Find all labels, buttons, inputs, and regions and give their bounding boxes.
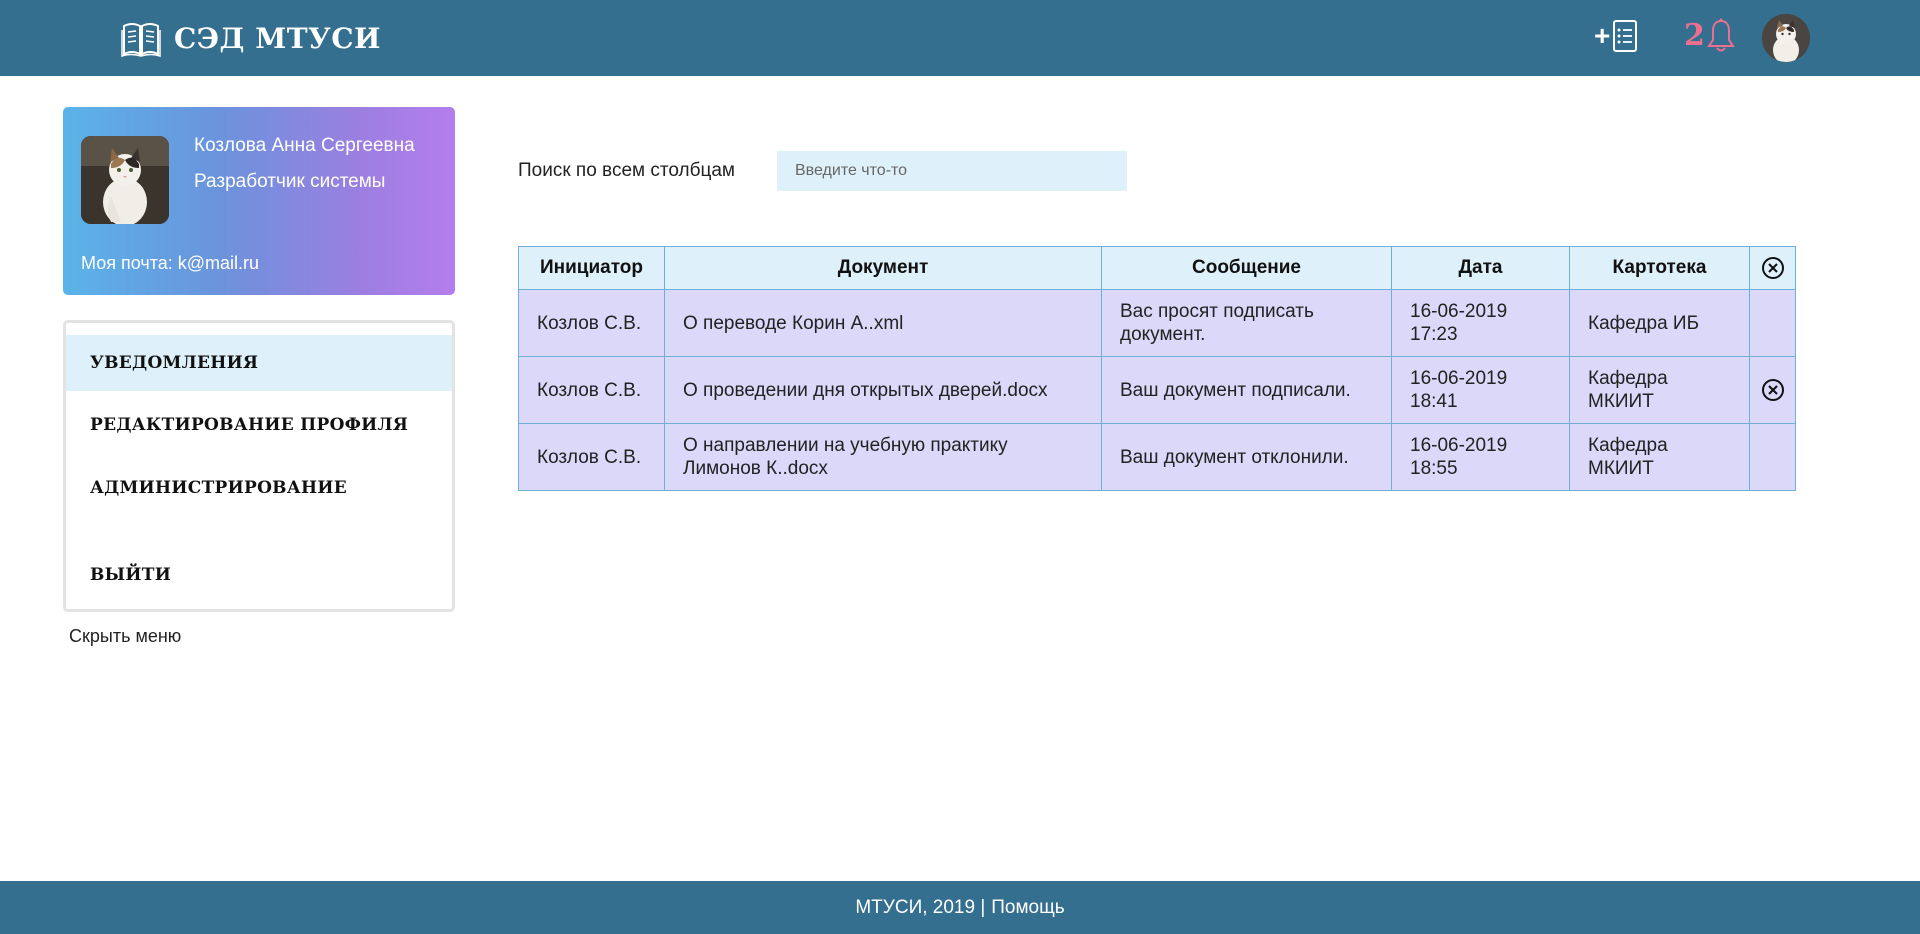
close-circle-icon[interactable] bbox=[1761, 378, 1785, 402]
cell-message: Вас просят подписать документ. bbox=[1101, 289, 1392, 357]
cell-cabinet: Кафедра МКИИТ bbox=[1569, 356, 1750, 424]
cell-date: 16-06-2019 18:41 bbox=[1391, 356, 1570, 424]
create-document-button[interactable]: + bbox=[1594, 18, 1638, 54]
notifications-table: Инициатор Документ Сообщение Дата Картот… bbox=[518, 246, 1796, 491]
footer-copyright: МТУСИ, 2019 | bbox=[855, 896, 986, 918]
plus-label: + bbox=[1594, 20, 1611, 51]
profile-role: Разработчик системы bbox=[194, 171, 386, 192]
cell-message: Ваш документ подписали. bbox=[1101, 356, 1392, 424]
column-header-clear bbox=[1749, 246, 1796, 290]
table-header-row: Инициатор Документ Сообщение Дата Картот… bbox=[518, 246, 1796, 290]
cell-date: 16-06-2019 17:23 bbox=[1391, 289, 1570, 357]
cell-cabinet: Кафедра МКИИТ bbox=[1569, 423, 1750, 491]
menu-item-edit-profile[interactable]: РЕДАКТИРОВАНИЕ ПРОФИЛЯ bbox=[66, 397, 452, 453]
profile-card: Козлова Анна Сергеевна Разработчик систе… bbox=[63, 107, 455, 295]
cell-action bbox=[1749, 289, 1796, 357]
table-row[interactable]: Козлов С.В. О проведении дня открытых дв… bbox=[518, 356, 1796, 424]
cat-photo bbox=[1762, 14, 1810, 62]
menu-item-administration[interactable]: АДМИНИСТРИРОВАНИЕ bbox=[66, 460, 452, 516]
profile-avatar bbox=[81, 136, 169, 224]
cell-message: Ваш документ отклонили. bbox=[1101, 423, 1392, 491]
cell-initiator: Козлов С.В. bbox=[518, 356, 665, 424]
cell-date: 16-06-2019 18:55 bbox=[1391, 423, 1570, 491]
column-header-initiator[interactable]: Инициатор bbox=[518, 246, 665, 290]
search-input[interactable] bbox=[777, 151, 1127, 191]
table-row[interactable]: Козлов С.В. О направлении на учебную пра… bbox=[518, 423, 1796, 491]
search-label: Поиск по всем столбцам bbox=[518, 160, 735, 181]
column-header-message[interactable]: Сообщение bbox=[1101, 246, 1392, 290]
book-icon bbox=[121, 23, 161, 58]
top-navbar: СЭД МТУСИ + 2 bbox=[0, 0, 1920, 76]
cell-document[interactable]: О направлении на учебную практику Лимоно… bbox=[664, 423, 1102, 491]
cell-document[interactable]: О проведении дня открытых дверей.docx bbox=[664, 356, 1102, 424]
side-menu: УВЕДОМЛЕНИЯ РЕДАКТИРОВАНИЕ ПРОФИЛЯ АДМИН… bbox=[63, 320, 455, 612]
table-row[interactable]: Козлов С.В. О переводе Корин А..xml Вас … bbox=[518, 289, 1796, 357]
column-header-date[interactable]: Дата bbox=[1391, 246, 1570, 290]
cell-cabinet: Кафедра ИБ bbox=[1569, 289, 1750, 357]
footer: МТУСИ, 2019 | Помощь bbox=[0, 881, 1920, 934]
cell-action bbox=[1749, 423, 1796, 491]
notifications-button[interactable]: 2 bbox=[1684, 16, 1735, 56]
column-header-document[interactable]: Документ bbox=[664, 246, 1102, 290]
brand-title: СЭД МТУСИ bbox=[174, 21, 381, 55]
cell-action bbox=[1749, 356, 1796, 424]
hide-menu-link[interactable]: Скрыть меню bbox=[69, 626, 181, 647]
cell-document[interactable]: О переводе Корин А..xml bbox=[664, 289, 1102, 357]
bell-icon bbox=[1707, 18, 1735, 52]
brand[interactable]: СЭД МТУСИ bbox=[120, 18, 381, 58]
cell-initiator: Козлов С.В. bbox=[518, 423, 665, 491]
column-header-cabinet[interactable]: Картотека bbox=[1569, 246, 1750, 290]
menu-item-notifications[interactable]: УВЕДОМЛЕНИЯ bbox=[66, 335, 452, 391]
cell-initiator: Козлов С.В. bbox=[518, 289, 665, 357]
profile-name: Козлова Анна Сергеевна bbox=[194, 135, 415, 156]
new-document-icon bbox=[1613, 20, 1638, 52]
close-circle-icon[interactable] bbox=[1761, 256, 1785, 280]
notification-count: 2 bbox=[1684, 18, 1705, 53]
menu-item-logout[interactable]: ВЫЙТИ bbox=[66, 547, 452, 603]
cat-photo bbox=[81, 136, 169, 224]
user-avatar[interactable] bbox=[1762, 14, 1810, 62]
profile-email: Моя почта: k@mail.ru bbox=[81, 253, 260, 273]
footer-help-link[interactable]: Помощь bbox=[991, 897, 1064, 919]
